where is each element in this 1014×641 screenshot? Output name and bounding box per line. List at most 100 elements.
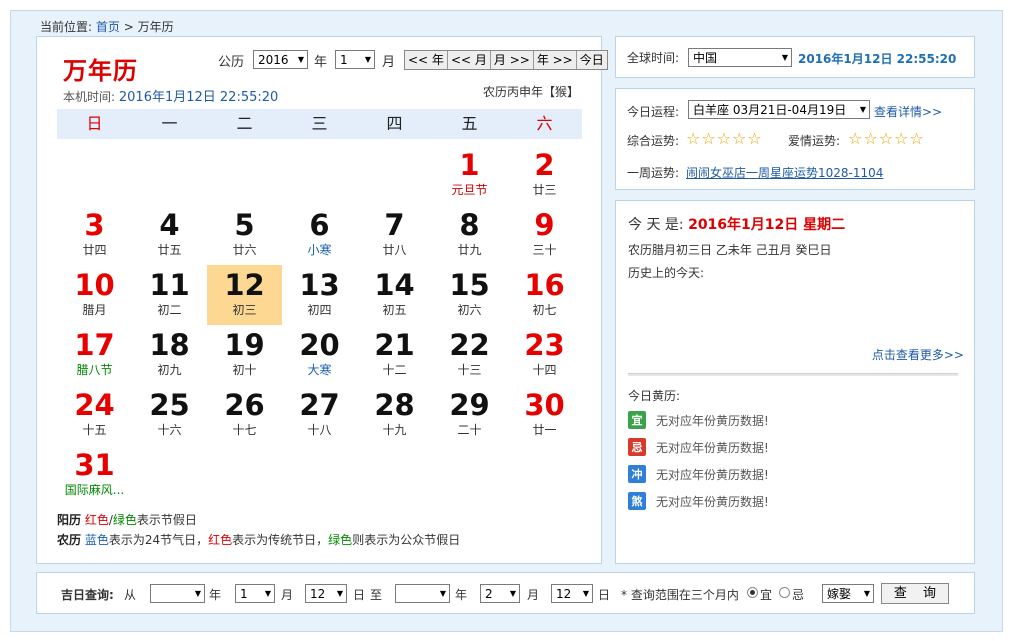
calendar-day[interactable]: 1 元旦节 bbox=[432, 145, 507, 205]
star-outline-icon: ☆ bbox=[686, 129, 701, 148]
today-button[interactable]: 今日 bbox=[576, 51, 607, 69]
day-number: 14 bbox=[374, 268, 415, 302]
calendar-day[interactable]: 24 十五 bbox=[57, 385, 132, 445]
week-fortune-link[interactable]: 闹闹女巫店一周星座运势1028-1104 bbox=[686, 164, 883, 181]
calendar-day[interactable]: 15 初六 bbox=[432, 265, 507, 325]
lunar-day-label: 初三 bbox=[232, 303, 257, 317]
weekday-wed: 三 bbox=[311, 114, 328, 133]
to-month-value: 2 bbox=[485, 586, 493, 601]
calendar-day[interactable]: 25 十六 bbox=[132, 385, 207, 445]
almanac-item: 煞无对应年份黄历数据! bbox=[628, 492, 769, 510]
year-select-value: 2016 bbox=[258, 52, 289, 67]
calendar-day[interactable]: 21 十二 bbox=[357, 325, 432, 385]
almanac-item: 忌无对应年份黄历数据! bbox=[628, 438, 769, 456]
calendar-day[interactable]: 28 十九 bbox=[357, 385, 432, 445]
from-month-select[interactable]: 1 ▼ bbox=[235, 584, 275, 603]
day-number: 8 bbox=[459, 208, 480, 242]
day-number: 22 bbox=[449, 328, 490, 362]
lunar-day-label: 十三 bbox=[457, 363, 482, 377]
weekday-fri: 五 bbox=[461, 114, 478, 133]
calendar-day[interactable]: 30 廿一 bbox=[507, 385, 582, 445]
weekday-sun: 日 bbox=[86, 114, 103, 133]
calendar-day[interactable]: 20 大寒 bbox=[282, 325, 357, 385]
to-year-label: 年 bbox=[455, 588, 468, 602]
lunar-day-label: 十九 bbox=[382, 423, 407, 437]
calendar-day[interactable]: 2 廿三 bbox=[507, 145, 582, 205]
lunar-day-label: 腊月 bbox=[82, 303, 107, 317]
calendar-day[interactable]: 10 腊月 bbox=[57, 265, 132, 325]
to-month-select[interactable]: 2 ▼ bbox=[480, 584, 520, 603]
lunar-day-label: 初五 bbox=[382, 303, 407, 317]
calendar-day[interactable]: 17 腊八节 bbox=[57, 325, 132, 385]
view-details-link[interactable]: 查看详情>> bbox=[874, 103, 942, 120]
query-button[interactable]: 查 询 bbox=[881, 583, 949, 604]
zodiac-select[interactable]: 白羊座 03月21日-04月19日 ▼ bbox=[688, 100, 870, 119]
calendar-day[interactable]: 31 国际麻风... bbox=[57, 445, 132, 505]
star-outline-icon: ☆ bbox=[732, 129, 747, 148]
global-time-value: 2016年1月12日 22:55:20 bbox=[798, 52, 957, 66]
calendar-day[interactable]: 19 初十 bbox=[207, 325, 282, 385]
local-time-value: 2016年1月12日 22:55:20 bbox=[118, 90, 279, 105]
calendar-day[interactable]: 22 十三 bbox=[432, 325, 507, 385]
event-select[interactable]: 嫁娶 ▼ bbox=[822, 584, 874, 603]
lunar-day-label: 廿四 bbox=[82, 243, 107, 257]
next-year-button[interactable]: 年 >> bbox=[533, 51, 577, 69]
next-month-button[interactable]: 月 >> bbox=[490, 51, 534, 69]
almanac-badge-icon: 冲 bbox=[628, 465, 646, 483]
overall-fortune-label: 综合运势: bbox=[627, 134, 680, 148]
calendar-day[interactable]: 4 廿五 bbox=[132, 205, 207, 265]
to-year-select[interactable]: ▼ bbox=[395, 584, 450, 603]
legend-lunar-text3: 则表示为公众节假日 bbox=[352, 533, 461, 547]
calendar-day[interactable]: 16 初七 bbox=[507, 265, 582, 325]
calendar-day[interactable]: 18 初九 bbox=[132, 325, 207, 385]
calendar-day[interactable]: 13 初四 bbox=[282, 265, 357, 325]
today-panel: 今 天 是: 2016年1月12日 星期二 农历腊月初三日 乙未年 己丑月 癸巳… bbox=[615, 200, 975, 564]
day-number: 6 bbox=[309, 208, 330, 242]
calendar-day[interactable]: 6 小寒 bbox=[282, 205, 357, 265]
legend-lunar-blue: 蓝色 bbox=[84, 533, 109, 547]
month-label: 月 bbox=[382, 55, 396, 70]
lunar-day-label: 十六 bbox=[157, 423, 182, 437]
from-year-label: 年 bbox=[209, 588, 222, 602]
chevron-down-icon: ▼ bbox=[781, 53, 788, 62]
calendar-day[interactable]: 9 三十 bbox=[507, 205, 582, 265]
calendar-day-today[interactable]: 12 初三 bbox=[207, 265, 282, 325]
year-select[interactable]: 2016 ▼ bbox=[253, 50, 308, 69]
query-label: 吉日查询: bbox=[61, 588, 114, 602]
lunar-day-label: 三十 bbox=[532, 243, 557, 257]
lunar-day-label: 十七 bbox=[232, 423, 257, 437]
calendar-day[interactable]: 8 廿九 bbox=[432, 205, 507, 265]
from-day-select[interactable]: 12 ▼ bbox=[305, 584, 347, 603]
calendar-nav-buttons: << 年 << 月 月 >> 年 >> 今日 bbox=[404, 50, 608, 70]
calendar-day[interactable]: 3 廿四 bbox=[57, 205, 132, 265]
almanac-label: 今日黄历: bbox=[628, 389, 681, 403]
lunar-day-label: 廿一 bbox=[532, 423, 557, 437]
month-select[interactable]: 1 ▼ bbox=[335, 50, 375, 69]
legend-solar-red: 红色 bbox=[84, 513, 109, 527]
calendar-day[interactable]: 27 十八 bbox=[282, 385, 357, 445]
yi-radio[interactable] bbox=[747, 587, 758, 598]
breadcrumb-home-link[interactable]: 首页 bbox=[96, 20, 120, 34]
lunar-day-label: 十五 bbox=[82, 423, 107, 437]
legend-solar-green: 绿色 bbox=[112, 513, 137, 527]
from-year-select[interactable]: ▼ bbox=[150, 584, 205, 603]
calendar-day[interactable]: 7 廿八 bbox=[357, 205, 432, 265]
ji-radio[interactable] bbox=[779, 587, 790, 598]
month-select-value: 1 bbox=[340, 52, 348, 67]
prev-year-button[interactable]: << 年 bbox=[405, 51, 448, 69]
to-day-select[interactable]: 12 ▼ bbox=[551, 584, 593, 603]
calendar-day[interactable]: 14 初五 bbox=[357, 265, 432, 325]
calendar-day[interactable]: 11 初二 bbox=[132, 265, 207, 325]
to-month-label: 月 bbox=[527, 588, 540, 602]
calendar-day[interactable]: 29 二十 bbox=[432, 385, 507, 445]
breadcrumb-current: 万年历 bbox=[137, 20, 174, 34]
day-number: 29 bbox=[449, 388, 490, 422]
prev-month-button[interactable]: << 月 bbox=[447, 51, 491, 69]
calendar-day[interactable]: 5 廿六 bbox=[207, 205, 282, 265]
view-more-link[interactable]: 点击查看更多>> bbox=[872, 346, 964, 363]
chevron-down-icon: ▼ bbox=[336, 589, 343, 598]
almanac-text: 无对应年份黄历数据! bbox=[656, 467, 769, 482]
calendar-day[interactable]: 26 十七 bbox=[207, 385, 282, 445]
timezone-select[interactable]: 中国 ▼ bbox=[688, 48, 792, 67]
calendar-day[interactable]: 23 十四 bbox=[507, 325, 582, 385]
